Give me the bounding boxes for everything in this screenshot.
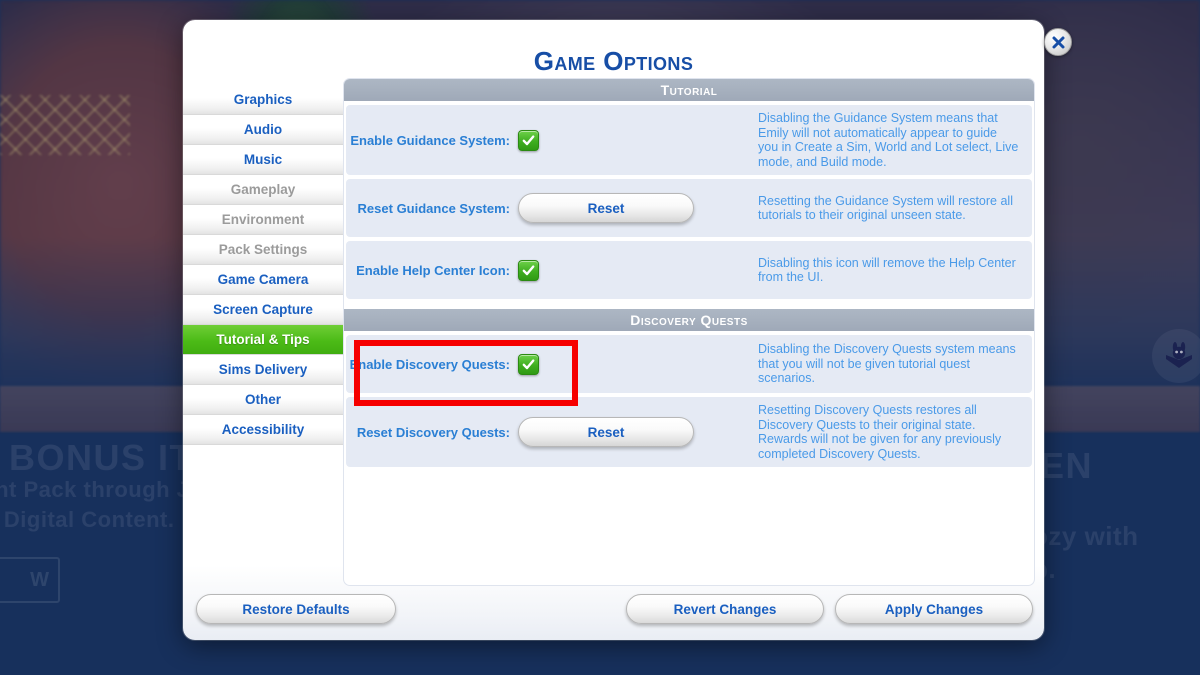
checkbox-checked-icon[interactable] <box>518 353 539 375</box>
option-description: Disabling the Guidance System means that… <box>758 111 1019 169</box>
option-control: Reset <box>518 193 758 223</box>
option-description: Disabling this icon will remove the Help… <box>758 255 1016 285</box>
option-label: Enable Discovery Quests: <box>349 356 510 372</box>
promo-left-title: E BONUS IT <box>0 437 194 478</box>
option-row: Enable Discovery Quests: Disabling the Di… <box>346 335 1032 393</box>
section-header-discovery-quests: Discovery Quests <box>344 309 1034 331</box>
option-row: Enable Help Center Icon: Disabling this i… <box>346 241 1032 299</box>
promo-left-line-2: ats Digital Content. <box>0 507 175 532</box>
promo-left-line-1: Rent Pack through Ja <box>0 477 202 502</box>
sidebar-item-other[interactable]: Other <box>183 385 343 415</box>
sidebar-item-environment: Environment <box>183 205 343 235</box>
option-description: Disabling the Discovery Quests system me… <box>758 342 1016 386</box>
promo-right-line-1: ozy with <box>1032 521 1139 551</box>
sidebar-item-screen-capture[interactable]: Screen Capture <box>183 295 343 325</box>
sidebar-item-audio[interactable]: Audio <box>183 115 343 145</box>
option-label: Enable Guidance System: <box>350 132 510 148</box>
option-label: Reset Discovery Quests: <box>356 424 510 440</box>
option-control <box>518 353 758 375</box>
close-icon[interactable] <box>1044 28 1072 56</box>
option-label: Enable Help Center Icon: <box>356 262 510 278</box>
settings-category-sidebar: Graphics Audio Music Gameplay Environment Pac… <box>183 85 343 445</box>
reset-button[interactable]: Reset <box>518 417 694 447</box>
option-control <box>518 129 758 151</box>
option-row: Reset Guidance System: Reset Resetting the… <box>346 179 1032 237</box>
sidebar-item-accessibility[interactable]: Accessibility <box>183 415 343 445</box>
dialog-footer: Restore Defaults Revert Changes Apply Ch… <box>183 586 1044 640</box>
settings-content-panel: Tutorial Enable Guidance System: Disabling… <box>343 78 1035 586</box>
checkbox-checked-icon[interactable] <box>518 129 539 151</box>
bunny-in-box-icon <box>1152 329 1200 383</box>
game-options-dialog: Game Options Graphics Audio Music Gameplay E… <box>183 20 1072 640</box>
page-title: Game Options <box>533 46 694 76</box>
promo-left-button[interactable]: W <box>0 557 60 603</box>
option-control: Reset <box>518 417 758 447</box>
background-dress-pattern <box>0 95 130 155</box>
sidebar-item-tutorial-tips[interactable]: Tutorial & Tips <box>183 325 343 355</box>
option-row: Reset Discovery Quests: Reset Resetting Di… <box>346 397 1032 467</box>
option-description: Resetting Discovery Quests restores all … <box>758 403 1002 461</box>
sidebar-item-graphics[interactable]: Graphics <box>183 85 343 115</box>
sidebar-item-sims-delivery[interactable]: Sims Delivery <box>183 355 343 385</box>
sidebar-item-pack-settings: Pack Settings <box>183 235 343 265</box>
sidebar-item-game-camera[interactable]: Game Camera <box>183 265 343 295</box>
sidebar-item-gameplay: Gameplay <box>183 175 343 205</box>
option-description: Resetting the Guidance System will resto… <box>758 193 1013 223</box>
restore-defaults-button[interactable]: Restore Defaults <box>196 594 396 624</box>
section-header-tutorial: Tutorial <box>344 79 1034 101</box>
apply-changes-button[interactable]: Apply Changes <box>835 594 1033 624</box>
sidebar-item-music[interactable]: Music <box>183 145 343 175</box>
option-control <box>518 259 758 281</box>
revert-changes-button[interactable]: Revert Changes <box>626 594 824 624</box>
option-row: Enable Guidance System: Disabling the Gui… <box>346 105 1032 175</box>
option-label: Reset Guidance System: <box>357 200 510 216</box>
promo-right-title: EN <box>1040 445 1094 486</box>
checkbox-checked-icon[interactable] <box>518 259 539 281</box>
reset-button[interactable]: Reset <box>518 193 694 223</box>
